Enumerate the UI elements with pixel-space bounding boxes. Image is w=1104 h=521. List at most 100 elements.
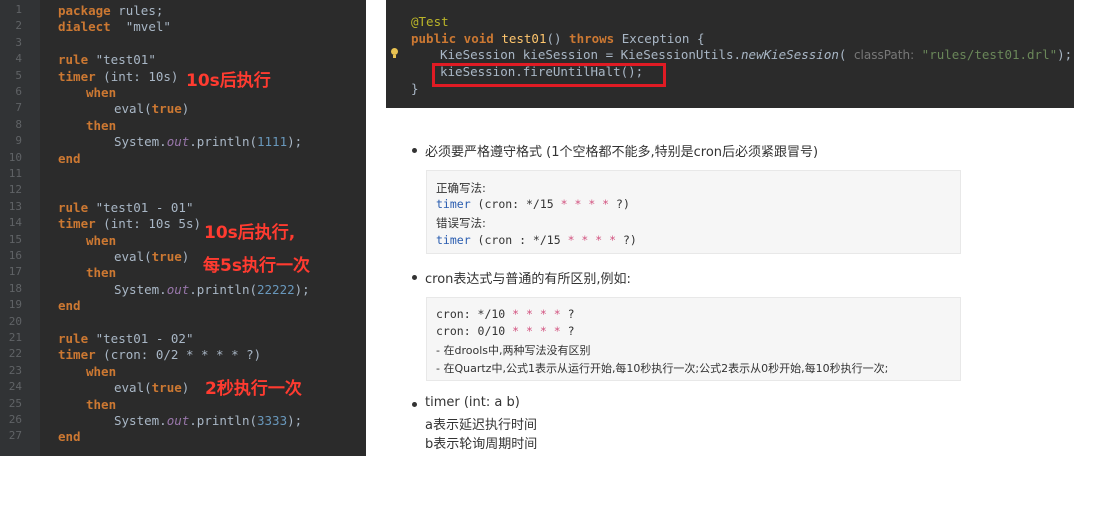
keyword: rule xyxy=(58,331,89,346)
code-text: System. xyxy=(114,281,167,297)
keyword: timer xyxy=(58,347,96,363)
line-number: 10 xyxy=(8,150,22,164)
line-number: 18 xyxy=(8,281,22,295)
line-number: 27 xyxy=(8,429,22,443)
code-block-line: - 在drools中,两种写法没有区别 xyxy=(436,344,591,357)
keyword: end xyxy=(58,298,81,314)
keyword: timer xyxy=(436,197,471,211)
keyword: when xyxy=(86,232,117,248)
code-line: timer (cron: 0/2 * * * * ?) xyxy=(58,347,261,362)
code-text: "test01 - 01" xyxy=(88,199,194,215)
keyword: throws xyxy=(569,30,615,46)
operator: * * * * xyxy=(560,197,610,211)
operator: * * * * xyxy=(512,324,561,338)
code-line: System.out.println(1111); xyxy=(114,134,302,149)
annotation: @Test xyxy=(411,14,449,29)
line-number: 9 xyxy=(15,134,22,148)
keyword: timer xyxy=(436,233,471,247)
line-number: 4 xyxy=(15,52,22,66)
code-line: eval(true) xyxy=(114,249,189,264)
line-number: 23 xyxy=(8,363,22,377)
line-number: 22 xyxy=(8,347,22,361)
code-text: Exception { xyxy=(614,30,705,46)
code-line: when xyxy=(86,364,116,379)
code-block-line: - 在Quartz中,公式1表示从运行开始,每10秒执行一次;公式2表示从0秒开… xyxy=(436,362,889,375)
parameter-hint: classPath: xyxy=(853,48,915,62)
lightbulb-icon[interactable] xyxy=(391,48,398,58)
code-line: rule "test01" xyxy=(58,52,156,67)
doc-text-line: b表示轮询周期时间 xyxy=(425,437,538,452)
highlight-box xyxy=(432,63,666,87)
left-code-editor: 1 2 3 4 5 6 7 8 9 10 11 12 13 14 15 16 1… xyxy=(0,0,366,456)
code-line: System.out.println(3333); xyxy=(114,413,302,428)
code-text: ); xyxy=(294,281,310,297)
code-line: then xyxy=(86,397,116,412)
code-text: (cron: */15 xyxy=(470,197,561,211)
line-number: 8 xyxy=(15,117,22,131)
field: out xyxy=(166,413,190,428)
code-block-line: 错误写法: xyxy=(436,216,486,230)
code-line: timer (int: 10s 5s) xyxy=(58,216,201,231)
line-number: 16 xyxy=(8,249,22,262)
keyword: dialect xyxy=(58,19,111,35)
doc-bullet-text: cron表达式与普通的有所区别,例如: xyxy=(425,272,631,287)
code-text: (int: 10s 5s) xyxy=(95,216,201,232)
code-text: ) xyxy=(181,380,190,396)
code-block-line: cron: 0/10 * * * * ? xyxy=(436,324,575,338)
code-line: timer (int: 10s) xyxy=(58,69,178,84)
keyword: rule xyxy=(58,199,89,215)
code-text: (cron : */15 xyxy=(470,233,568,247)
line-number: 7 xyxy=(15,101,22,115)
keyword: package xyxy=(58,3,111,18)
number: 22222 xyxy=(257,281,295,297)
annotation-note: 10s后执行, xyxy=(204,223,296,243)
annotation-note: 2秒执行一次 xyxy=(205,379,302,399)
code-text: (int: 10s) xyxy=(95,68,179,84)
method-name: newKieSession xyxy=(741,47,839,62)
code-text: (cron: 0/2 * * * * ?) xyxy=(95,347,262,363)
line-number: 15 xyxy=(8,232,22,246)
code-line: when xyxy=(86,233,116,248)
line-number: 11 xyxy=(8,167,22,180)
code-line: @Test xyxy=(411,14,449,29)
line-number: 5 xyxy=(15,68,22,82)
line-number: 24 xyxy=(8,380,22,394)
code-line: rule "test01 - 02" xyxy=(58,331,193,346)
code-text: ); xyxy=(1057,47,1073,62)
code-block-line: 正确写法: xyxy=(436,181,486,195)
code-text: ?) xyxy=(616,233,637,247)
annotation-note: 每5s执行一次 xyxy=(203,256,310,276)
string-literal: "rules/test01.drl" xyxy=(914,47,1058,62)
operator: * * * * xyxy=(512,307,561,321)
code-line: eval(true) xyxy=(114,101,189,116)
bullet xyxy=(412,275,417,280)
code-text: ) xyxy=(181,249,190,264)
bullet xyxy=(412,402,417,407)
code-text: cron: 0/10 xyxy=(436,324,513,338)
code-text: "test01 - 02" xyxy=(88,331,194,346)
keyword: rule xyxy=(58,52,89,68)
code-line: public void test01() throws Exception { xyxy=(411,31,705,46)
code-text: ) xyxy=(181,101,190,117)
code-text: System. xyxy=(114,413,167,428)
right-code-editor: @Test public void test01() throws Except… xyxy=(386,0,1074,108)
code-block-line: cron: */10 * * * * ? xyxy=(436,307,575,321)
line-number: 2 xyxy=(15,19,22,33)
code-text: eval( xyxy=(114,101,152,117)
line-number: 13 xyxy=(8,199,22,213)
code-line: eval(true) xyxy=(114,380,189,395)
keyword: public void xyxy=(411,30,502,46)
code-text: rules; xyxy=(110,3,164,18)
code-text: eval( xyxy=(114,249,152,264)
code-text: ( xyxy=(838,47,854,62)
code-line: dialect "mvel" xyxy=(58,19,171,34)
number: 1111 xyxy=(257,134,288,150)
field: out xyxy=(166,134,190,150)
doc-bullet-text: 必须要严格遵守格式 (1个空格都不能多,特别是cron后必须紧跟冒号) xyxy=(425,145,819,160)
code-text: } xyxy=(411,80,419,96)
code-text: .println( xyxy=(189,413,257,428)
keyword: then xyxy=(86,396,117,412)
method-name: test01 xyxy=(501,30,547,46)
annotation-note: 10s后执行 xyxy=(186,71,271,91)
code-line: KieSession kieSession = KieSessionUtils.… xyxy=(440,47,1072,62)
